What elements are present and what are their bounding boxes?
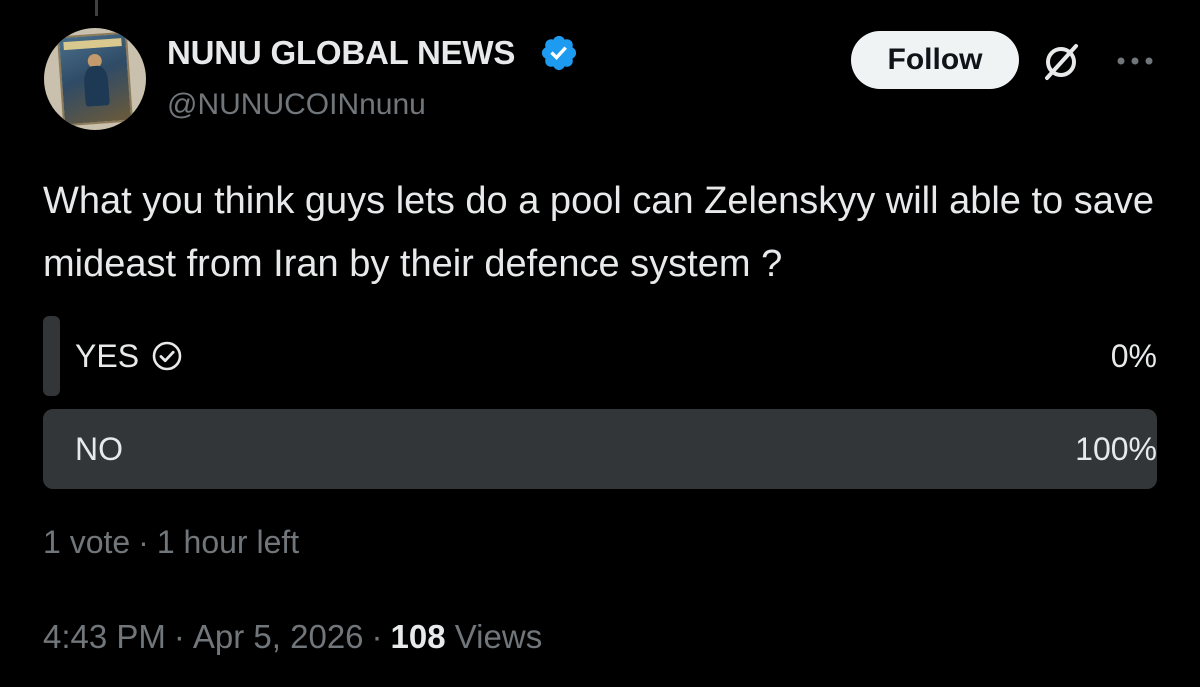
poll-option-percent: 100% xyxy=(1075,430,1157,467)
poll-option-no[interactable]: NO 100% xyxy=(43,409,1157,489)
poll-vote-count: 1 vote xyxy=(43,524,131,560)
separator: · xyxy=(371,618,383,655)
views-count: 108 xyxy=(390,618,446,655)
separator: · xyxy=(173,618,185,655)
avatar-masthead xyxy=(63,38,122,51)
author-name[interactable]: NUNU GLOBAL NEWS xyxy=(167,34,515,72)
author-handle[interactable]: @NUNUCOINnunu xyxy=(167,88,426,122)
thread-connector-line xyxy=(95,0,98,16)
more-dots-icon[interactable] xyxy=(1114,54,1156,68)
grok-icon[interactable] xyxy=(1039,40,1083,84)
avatar-magazine-image xyxy=(59,33,131,125)
check-circle-icon xyxy=(152,341,182,371)
poll-option-yes[interactable]: YES 0% xyxy=(43,316,1157,396)
avatar[interactable] xyxy=(44,28,146,130)
poll-time-left: 1 hour left xyxy=(156,524,300,560)
tweet-timestamp-row: 4:43 PM · Apr 5, 2026 · 108 Views xyxy=(43,618,542,656)
tweet-date[interactable]: Apr 5, 2026 xyxy=(193,618,364,655)
tweet-time[interactable]: 4:43 PM xyxy=(43,618,166,655)
separator: · xyxy=(138,524,149,560)
poll-option-label: NO xyxy=(75,430,123,467)
follow-button[interactable]: Follow xyxy=(851,31,1019,89)
views-label: Views xyxy=(454,618,543,655)
poll-option-percent: 0% xyxy=(1110,337,1157,374)
poll-meta: 1 vote · 1 hour left xyxy=(43,524,299,561)
poll-bar-yes xyxy=(43,316,60,396)
poll-option-label: YES xyxy=(75,337,140,374)
verified-badge-icon xyxy=(541,35,577,71)
tweet-text: What you think guys lets do a pool can Z… xyxy=(43,180,1155,285)
poll-bar-no xyxy=(43,409,1157,489)
avatar-figure xyxy=(83,65,110,107)
